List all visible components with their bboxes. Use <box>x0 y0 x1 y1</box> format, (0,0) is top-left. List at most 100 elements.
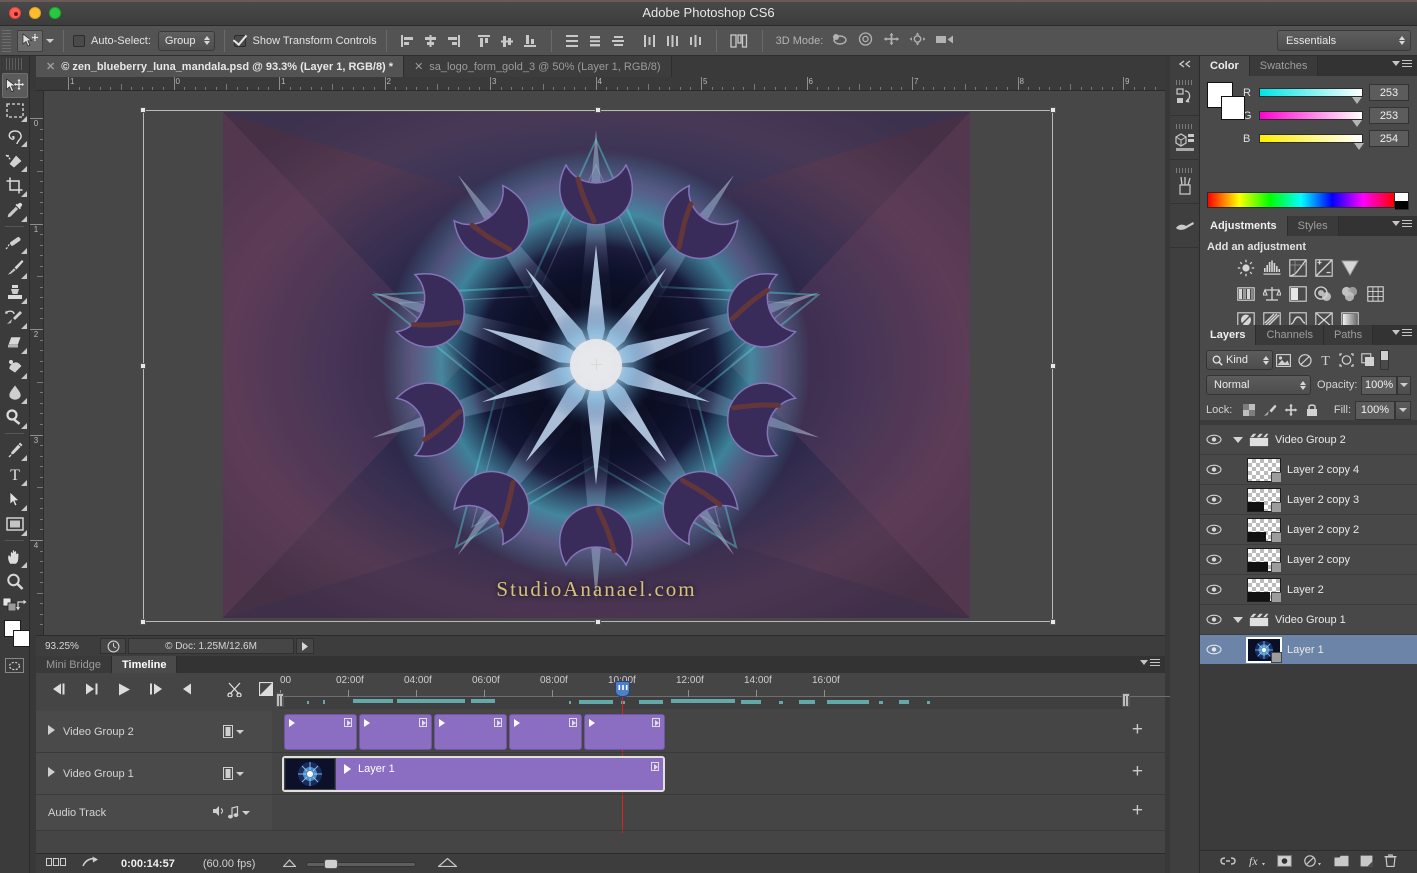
swap-colors-icon[interactable] <box>16 599 28 614</box>
timeline-track-video-group-1[interactable]: Video Group 1 Layer 1 + <box>36 753 1165 795</box>
tab-paths[interactable]: Paths <box>1323 325 1374 345</box>
adjustments-panel-menu-icon[interactable] <box>1392 220 1412 227</box>
timing-icon[interactable] <box>100 638 126 654</box>
lock-image-pixels-icon[interactable] <box>1259 400 1280 420</box>
new-group-icon[interactable] <box>1334 855 1349 870</box>
quick-mask-mode-icon[interactable] <box>5 658 24 673</box>
distribute-vertical-centers-icon[interactable] <box>585 30 606 51</box>
auto-align-layers-icon[interactable] <box>727 30 752 51</box>
3d-roll-icon[interactable] <box>857 32 874 49</box>
distribute-top-edges-icon[interactable] <box>562 30 583 51</box>
color-spectrum-bar[interactable] <box>1207 192 1395 208</box>
track-label-video-group-2[interactable]: Video Group 2 <box>36 711 272 752</box>
align-right-edges-icon[interactable] <box>443 30 464 51</box>
3d-slide-icon[interactable] <box>909 32 926 49</box>
tab-color[interactable]: Color <box>1200 56 1250 76</box>
filter-smart-object-icon[interactable] <box>1357 350 1378 370</box>
canvas-pane[interactable]: StudioAnanael.com <box>44 91 1165 635</box>
mini-bridge-panel-icon[interactable] <box>1170 116 1200 160</box>
3d-pan-icon[interactable] <box>883 32 900 49</box>
transform-handle-tc[interactable] <box>595 107 601 113</box>
timeline-clip-2[interactable] <box>359 714 432 750</box>
transform-handle-br[interactable] <box>1050 619 1056 625</box>
clone-stamp-tool[interactable] <box>2 280 28 305</box>
opacity-dropdown-button[interactable] <box>1396 375 1411 395</box>
timeline-zoom-slider-thumb[interactable] <box>324 858 339 869</box>
rectangular-marquee-tool[interactable] <box>2 98 28 123</box>
tab-timeline[interactable]: Timeline <box>112 656 178 673</box>
filter-type-icon[interactable]: T <box>1315 350 1336 370</box>
channel-value-b[interactable]: 254 <box>1369 130 1409 147</box>
add-media-button-group-2[interactable]: + <box>1132 719 1143 741</box>
hand-tool[interactable] <box>2 544 28 569</box>
align-vertical-centers-icon[interactable] <box>497 30 518 51</box>
channel-value-r[interactable]: 253 <box>1369 84 1409 101</box>
layer-row-layer-2[interactable]: Layer 2 <box>1200 575 1417 605</box>
3d-camera-icon[interactable] <box>935 32 954 49</box>
add-media-button-group-1[interactable]: + <box>1132 761 1143 783</box>
channel-slider-b[interactable] <box>1259 134 1364 150</box>
distribute-left-edges-icon[interactable] <box>639 30 660 51</box>
track-label-video-group-1[interactable]: Video Group 1 <box>36 753 272 794</box>
eraser-tool[interactable] <box>2 330 28 355</box>
zoom-in-timeline-icon[interactable] <box>437 857 459 870</box>
timeline-clip-3[interactable] <box>434 714 507 750</box>
zoom-tool[interactable] <box>2 569 28 594</box>
distribute-right-edges-icon[interactable] <box>685 30 706 51</box>
filter-pixel-icon[interactable] <box>1273 350 1294 370</box>
move-tool[interactable] <box>1 73 28 98</box>
split-clip-icon[interactable] <box>218 677 250 701</box>
channel-slider-r[interactable] <box>1259 88 1363 104</box>
curves-icon[interactable] <box>1286 257 1309 279</box>
auto-select-target-select[interactable]: Group <box>157 30 215 51</box>
track-disclosure-triangle-icon-2[interactable] <box>48 767 55 780</box>
filter-shape-icon[interactable] <box>1336 350 1357 370</box>
dodge-tool[interactable] <box>2 405 28 430</box>
close-tab-icon-2[interactable]: ✕ <box>414 60 423 73</box>
tab-channels[interactable]: Channels <box>1256 325 1324 345</box>
layer-row-layer-2-copy-3[interactable]: Layer 2 copy 3 <box>1200 485 1417 515</box>
blend-mode-select[interactable]: Normal <box>1206 375 1312 395</box>
brush-tool[interactable] <box>2 255 28 280</box>
zoom-level-field[interactable]: 93.25% <box>42 638 100 654</box>
channel-thumb-r[interactable] <box>1352 97 1362 104</box>
go-to-first-frame-icon[interactable] <box>44 677 76 701</box>
history-panel-icon[interactable] <box>1170 72 1200 116</box>
filmstrip-menu-icon-2[interactable] <box>223 767 244 780</box>
layer-row-layer-2-copy[interactable]: Layer 2 copy <box>1200 545 1417 575</box>
frame-view-icon[interactable] <box>46 857 68 870</box>
visibility-toggle-layer-2-copy[interactable] <box>1200 545 1227 575</box>
show-transform-controls-checkbox[interactable] <box>233 34 246 47</box>
link-layers-icon[interactable] <box>1219 856 1236 869</box>
color-panel-menu-icon[interactable] <box>1392 60 1412 67</box>
layer-row-layer-2-copy-4[interactable]: Layer 2 copy 4 <box>1200 455 1417 485</box>
render-video-icon[interactable] <box>82 856 99 871</box>
timeline-clip-layer-1[interactable]: Layer 1 <box>282 756 665 792</box>
layers-panel-menu-icon[interactable] <box>1392 329 1412 336</box>
levels-icon[interactable] <box>1260 257 1283 279</box>
channel-mixer-icon[interactable] <box>1338 283 1361 305</box>
visibility-toggle-video-group-2[interactable] <box>1200 425 1227 455</box>
blur-tool[interactable] <box>2 380 28 405</box>
next-frame-icon[interactable] <box>140 677 172 701</box>
transform-handle-mr[interactable] <box>1050 363 1056 369</box>
layer-row-layer-2-copy-2[interactable]: Layer 2 copy 2 <box>1200 515 1417 545</box>
document-tab-sa-logo-form-gold-3[interactable]: ✕ sa_logo_form_gold_3 @ 50% (Layer 1, RG… <box>404 56 672 77</box>
layer-row-video-group-1[interactable]: Video Group 1 <box>1200 605 1417 635</box>
new-fill-adjustment-icon[interactable] <box>1303 854 1322 870</box>
track-label-audio[interactable]: Audio Track <box>36 795 272 830</box>
layer-row-video-group-2[interactable]: Video Group 2 <box>1200 425 1417 455</box>
options-bar-grip[interactable] <box>2 29 11 52</box>
photo-filter-icon[interactable] <box>1312 283 1335 305</box>
pen-tool[interactable] <box>2 437 28 462</box>
transform-handle-tl[interactable] <box>140 107 146 113</box>
tab-adjustments[interactable]: Adjustments <box>1200 216 1288 236</box>
layer-filter-kind-select[interactable]: Kind <box>1206 350 1273 370</box>
status-menu-arrow-icon[interactable] <box>296 638 314 654</box>
vertical-ruler[interactable]: 012345 <box>30 91 44 635</box>
close-tab-icon[interactable]: ✕ <box>46 60 55 73</box>
transform-handle-bl[interactable] <box>140 619 146 625</box>
speaker-icon[interactable] <box>212 805 226 820</box>
brightness-contrast-icon[interactable] <box>1234 257 1257 279</box>
spectrum-white-black-swatches[interactable] <box>1395 192 1409 210</box>
